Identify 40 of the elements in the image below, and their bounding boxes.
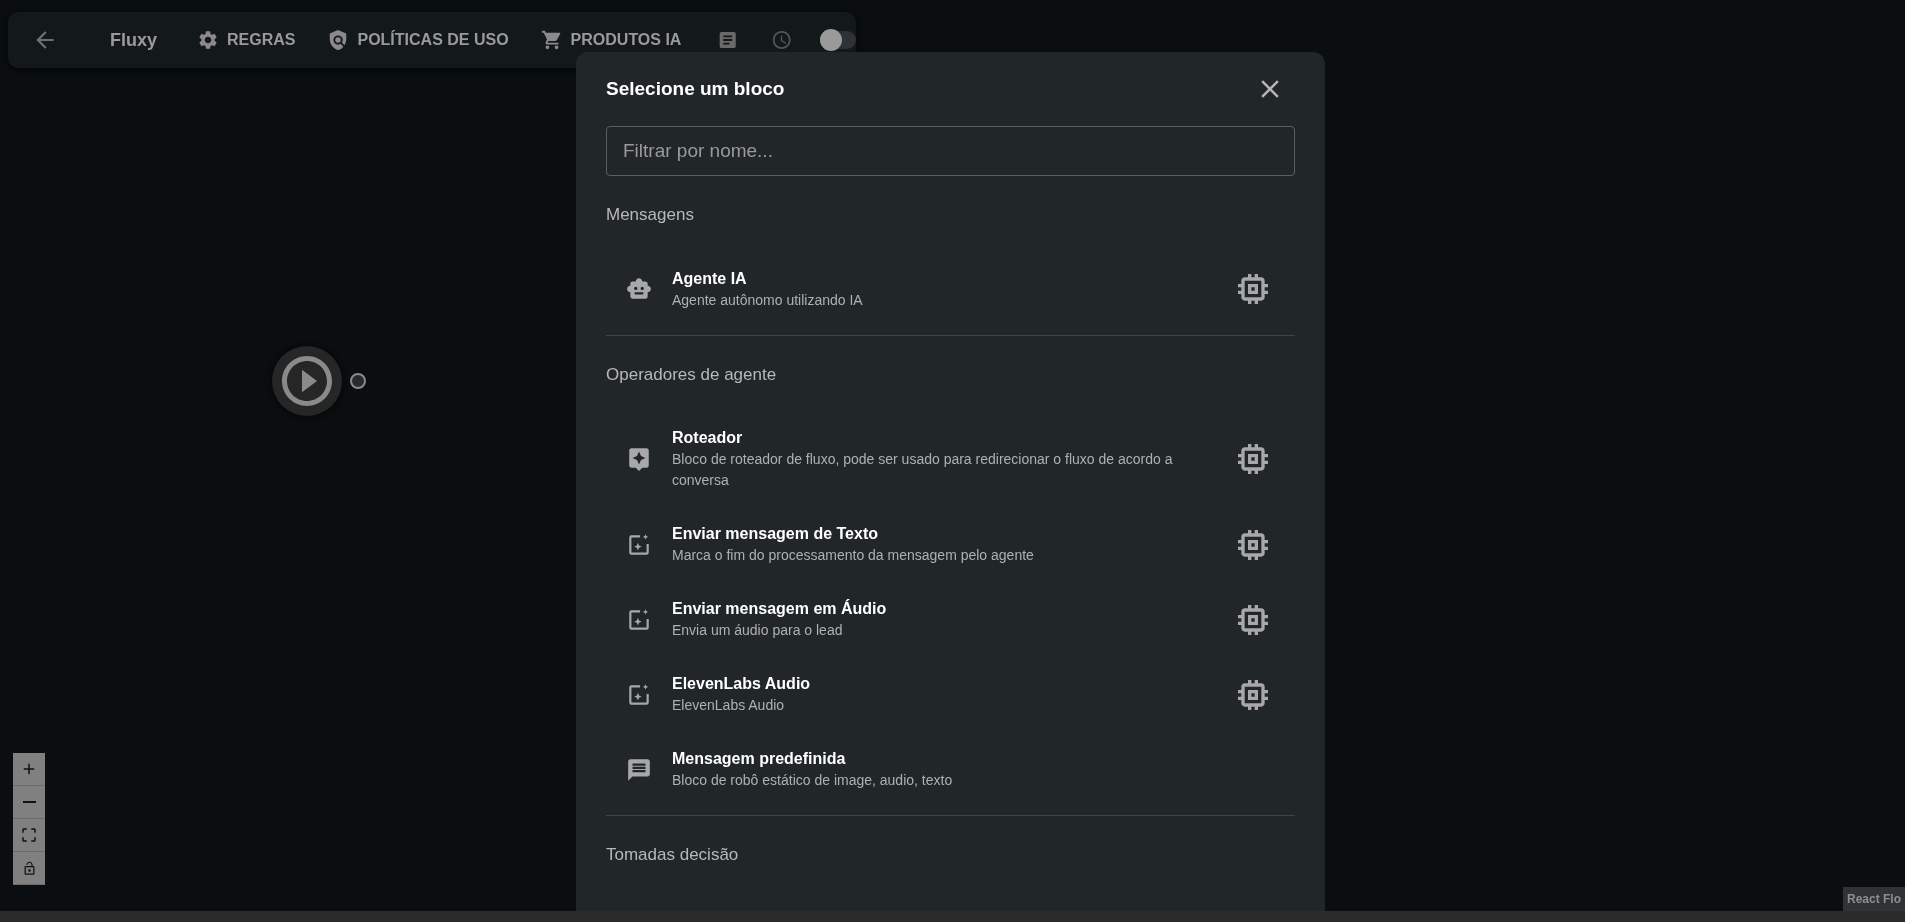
block-description: Agente autônomo utilizando IA <box>672 290 864 310</box>
cart-icon <box>540 29 563 51</box>
block-option[interactable]: Enviar mensagem de Texto Marca o fim do processamento da mensagem pelo agente <box>606 507 1295 582</box>
nav-link[interactable]: REGRAS <box>189 28 304 52</box>
search-field[interactable]: Filtrar por nome... <box>606 126 1295 176</box>
block-option[interactable]: Mensagem predefinida Bloco de robô estático de image, audio, texto <box>606 732 1295 807</box>
nav-link[interactable]: PRODUTOS IA <box>532 28 690 52</box>
section-heading: Tomadas decisão <box>606 844 740 866</box>
sparkle-square-icon <box>626 606 652 633</box>
section-heading: Operadores de agente <box>606 363 778 386</box>
block-description: Envia um áudio para o lead <box>672 621 844 640</box>
message-icon <box>626 756 652 783</box>
fit-view-icon <box>20 826 38 844</box>
dialog-title: Selecione um bloco <box>606 76 785 101</box>
block-title: Agente IA <box>672 268 748 289</box>
settings-icon <box>197 29 219 51</box>
minus-icon <box>22 801 36 803</box>
sparkle-square-icon <box>626 681 652 708</box>
nav-link[interactable]: POLÍTICAS DE USO <box>319 28 517 52</box>
block-option[interactable]: ElevenLabs Audio ElevenLabs Audio <box>606 657 1295 732</box>
block-option[interactable]: Agente IA Agente autônomo utilizando IA <box>606 251 1295 327</box>
block-title: Enviar mensagem de Texto <box>672 524 879 544</box>
sparkle-square-icon <box>626 531 652 558</box>
node-handle[interactable] <box>350 373 366 389</box>
block-title: Mensagem predefinida <box>672 749 847 769</box>
sparkle-icon <box>626 446 652 472</box>
block-description: Marca o fim do processamento da mensagem pelo agente <box>672 546 1035 565</box>
section-heading: Mensagens <box>606 204 695 226</box>
block-description: Bloco de roteador de fluxo, pode ser usado para redirecionar o fluxo de acordo a conversa <box>672 450 1174 490</box>
theme-toggle[interactable] <box>820 31 856 49</box>
block-description: ElevenLabs Audio <box>672 696 786 715</box>
block-title: Enviar mensagem em Áudio <box>672 598 888 619</box>
clock-icon[interactable] <box>770 28 793 52</box>
block-option[interactable]: Roteador Bloco de roteador de fluxo, pode ser usado para redirecionar o fluxo de acordo a conversa <box>606 411 1295 507</box>
block-title: ElevenLabs Audio <box>672 674 812 694</box>
block-description: Bloco de robô estático de image, audio, texto <box>672 771 954 790</box>
block-title: Roteador <box>672 428 744 448</box>
brand-link[interactable]: Fluxy <box>110 26 157 54</box>
robot-icon <box>626 276 652 302</box>
block-option[interactable]: Enviar mensagem em Áudio Envia um áudio para o lead <box>606 582 1295 657</box>
